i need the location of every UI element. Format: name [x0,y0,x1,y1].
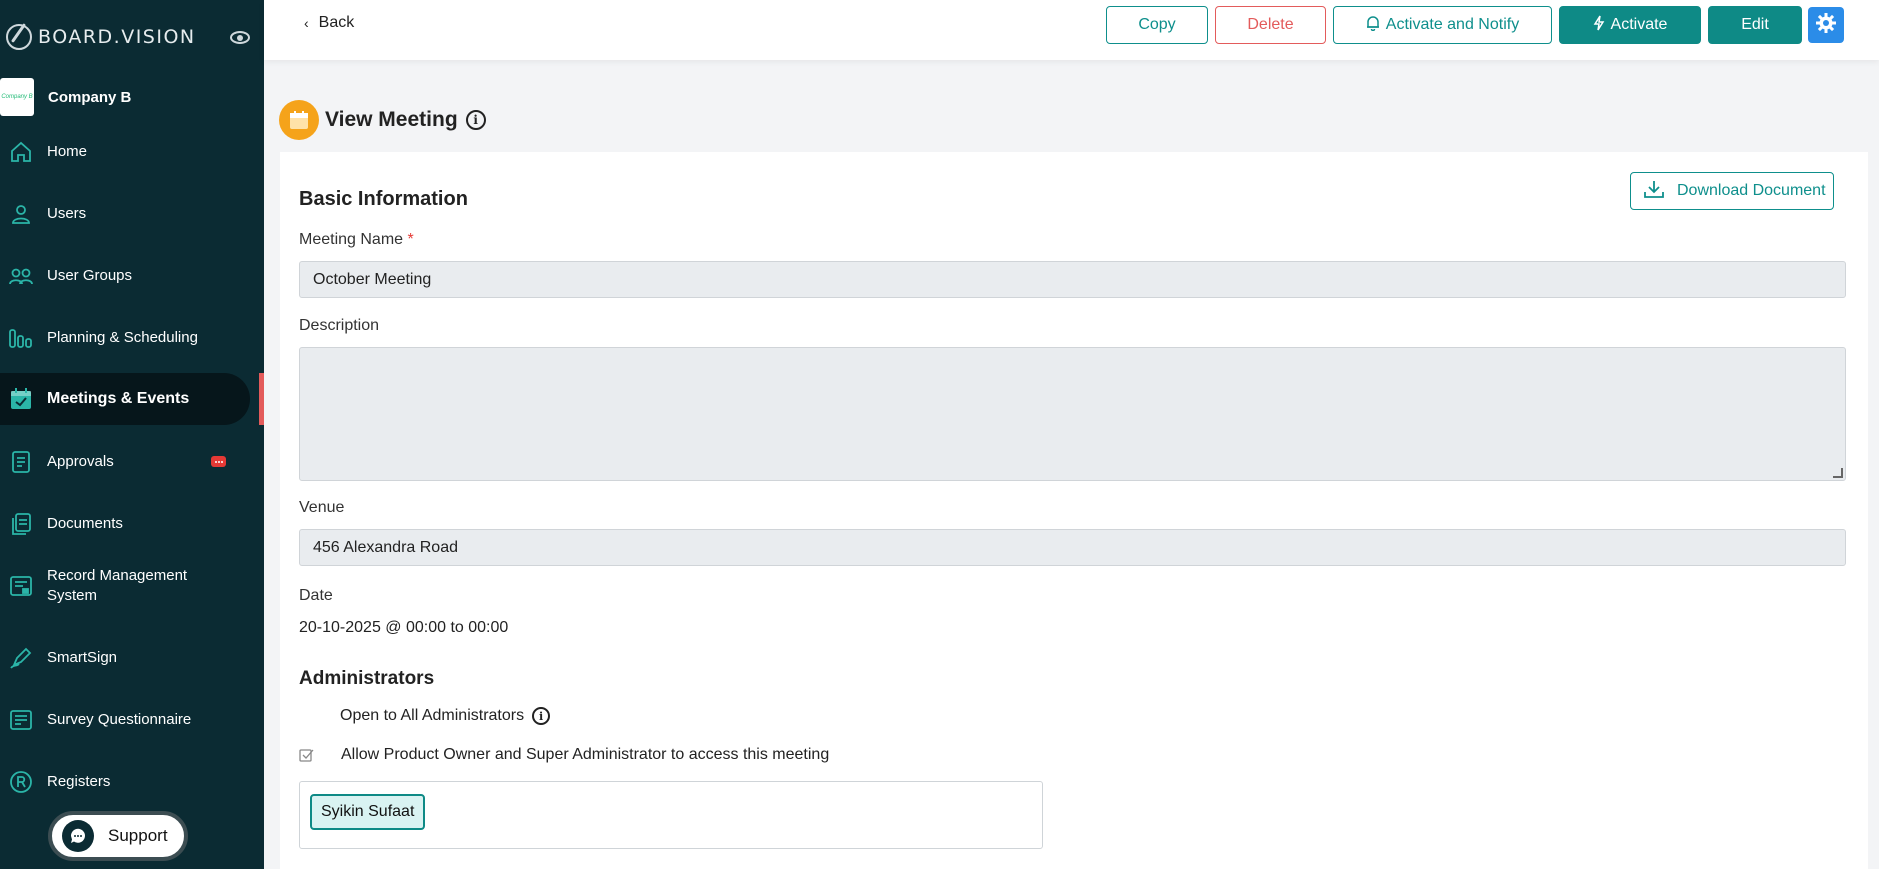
download-document-button[interactable]: Download Document [1630,172,1834,210]
sidebar-item-label: Documents [47,515,123,532]
sidebar-item-label: Planning & Scheduling [47,329,198,346]
topbar: ‹ Back Copy Delete Activate and Notify A… [264,0,1879,60]
registered-icon [8,769,34,795]
activate-button[interactable]: Activate [1559,6,1701,44]
meeting-name-value: October Meeting [313,270,432,288]
activate-label: Activate [1610,16,1668,33]
date-label: Date [299,587,333,604]
user-icon [8,201,34,227]
bar-chart-icon [8,325,34,351]
sidebar-item-users[interactable]: Users [0,188,250,240]
sidebar-item-label: Record Management System [47,567,188,604]
administrators-field[interactable]: Syikin Sufaat [299,781,1043,849]
open-to-all-row[interactable]: Open to All Administrators i [340,707,551,725]
venue-value: 456 Alexandra Road [313,538,458,556]
checkbox-checked-icon[interactable] [299,748,325,763]
back-label: Back [318,14,355,31]
activate-notify-button[interactable]: Activate and Notify [1333,6,1552,44]
checklist-icon [8,707,34,733]
calendar-check-icon [8,386,34,412]
chevron-left-icon: ‹ [304,15,309,31]
venue-field[interactable]: 456 Alexandra Road [299,529,1846,566]
open-to-all-label: Open to All Administrators [340,707,525,724]
company-name: Company B [48,88,132,106]
allow-owner-row[interactable]: Allow Product Owner and Super Administra… [299,746,829,764]
sidebar-item-registers[interactable]: Registers [0,756,250,808]
chat-badge-icon [211,456,226,467]
gear-icon [1815,12,1837,39]
document-list-icon [8,449,34,475]
sidebar-item-survey[interactable]: Survey Questionnaire [0,694,250,746]
company-logo: Company B [0,78,34,116]
sidebar-item-smartsign[interactable]: SmartSign [0,632,250,684]
sidebar-item-label: Users [47,205,87,222]
activate-notify-label: Activate and Notify [1385,16,1520,33]
allow-owner-label: Allow Product Owner and Super Administra… [341,746,830,763]
date-value: 20-10-2025 @ 00:00 to 00:00 [299,619,509,636]
sidebar-item-documents[interactable]: Documents [0,498,250,550]
delete-button[interactable]: Delete [1215,6,1326,44]
section-title-basic: Basic Information [299,188,468,210]
download-label: Download Document [1677,182,1826,199]
meeting-card: Basic Information Download Document Meet… [280,152,1868,869]
support-button[interactable]: Support [48,811,188,861]
required-marker: * [407,231,414,248]
sidebar-item-label: User Groups [47,267,133,284]
calendar-icon [279,100,319,140]
venue-label: Venue [299,499,345,516]
users-icon [8,263,34,289]
download-icon [1643,179,1665,204]
brand-logo[interactable]: BOARD.VISION [6,24,196,50]
delete-label: Delete [1247,16,1294,33]
meeting-name-label: Meeting Name * [299,231,414,249]
sidebar-item-label: Registers [47,773,111,790]
admin-chip[interactable]: Syikin Sufaat [310,794,426,830]
copy-label: Copy [1138,16,1176,33]
sidebar: BOARD.VISION Company B Company B Home Us… [0,0,264,869]
edit-label: Edit [1741,16,1769,33]
sidebar-item-label: Survey Questionnaire [47,711,192,728]
meeting-name-label-text: Meeting Name [299,231,404,248]
settings-button[interactable] [1808,7,1844,43]
support-label: Support [108,826,168,845]
info-icon[interactable]: i [532,707,551,725]
meeting-name-field[interactable]: October Meeting [299,261,1846,298]
page-title: View Meeting [325,108,458,131]
page-header: View Meeting i [279,100,486,140]
pen-icon [8,645,34,671]
sidebar-item-user-groups[interactable]: User Groups [0,250,250,302]
bolt-icon [1593,15,1605,36]
sidebar-item-label: Approvals [47,453,114,470]
sidebar-item-meetings[interactable]: Meetings & Events [0,373,250,425]
eye-toggle-icon[interactable] [230,31,250,44]
sidebar-item-approvals[interactable]: Approvals [0,436,250,488]
description-field[interactable] [299,347,1846,481]
back-button[interactable]: ‹ Back [304,14,354,32]
brand-mark-icon [6,24,32,50]
description-label: Description [299,317,380,334]
brand-name: BOARD.VISION [38,26,196,48]
active-indicator [259,373,264,425]
sidebar-item-home[interactable]: Home [0,126,250,178]
sidebar-item-label: Meetings & Events [47,390,190,407]
home-icon [8,139,34,165]
sidebar-item-records[interactable]: Record Management System [0,560,250,612]
info-icon[interactable]: i [465,110,486,130]
record-icon [8,573,34,599]
chat-icon [62,820,94,852]
documents-icon [8,511,34,537]
bell-icon [1366,15,1380,36]
company-switcher[interactable]: Company B Company B [0,78,131,116]
section-title-admins: Administrators [299,668,435,689]
sidebar-item-label: SmartSign [47,649,118,666]
edit-button[interactable]: Edit [1708,6,1802,44]
sidebar-item-planning[interactable]: Planning & Scheduling [0,312,250,364]
copy-button[interactable]: Copy [1106,6,1208,44]
resize-handle-icon[interactable] [1833,468,1843,478]
sidebar-item-label: Home [47,143,88,160]
